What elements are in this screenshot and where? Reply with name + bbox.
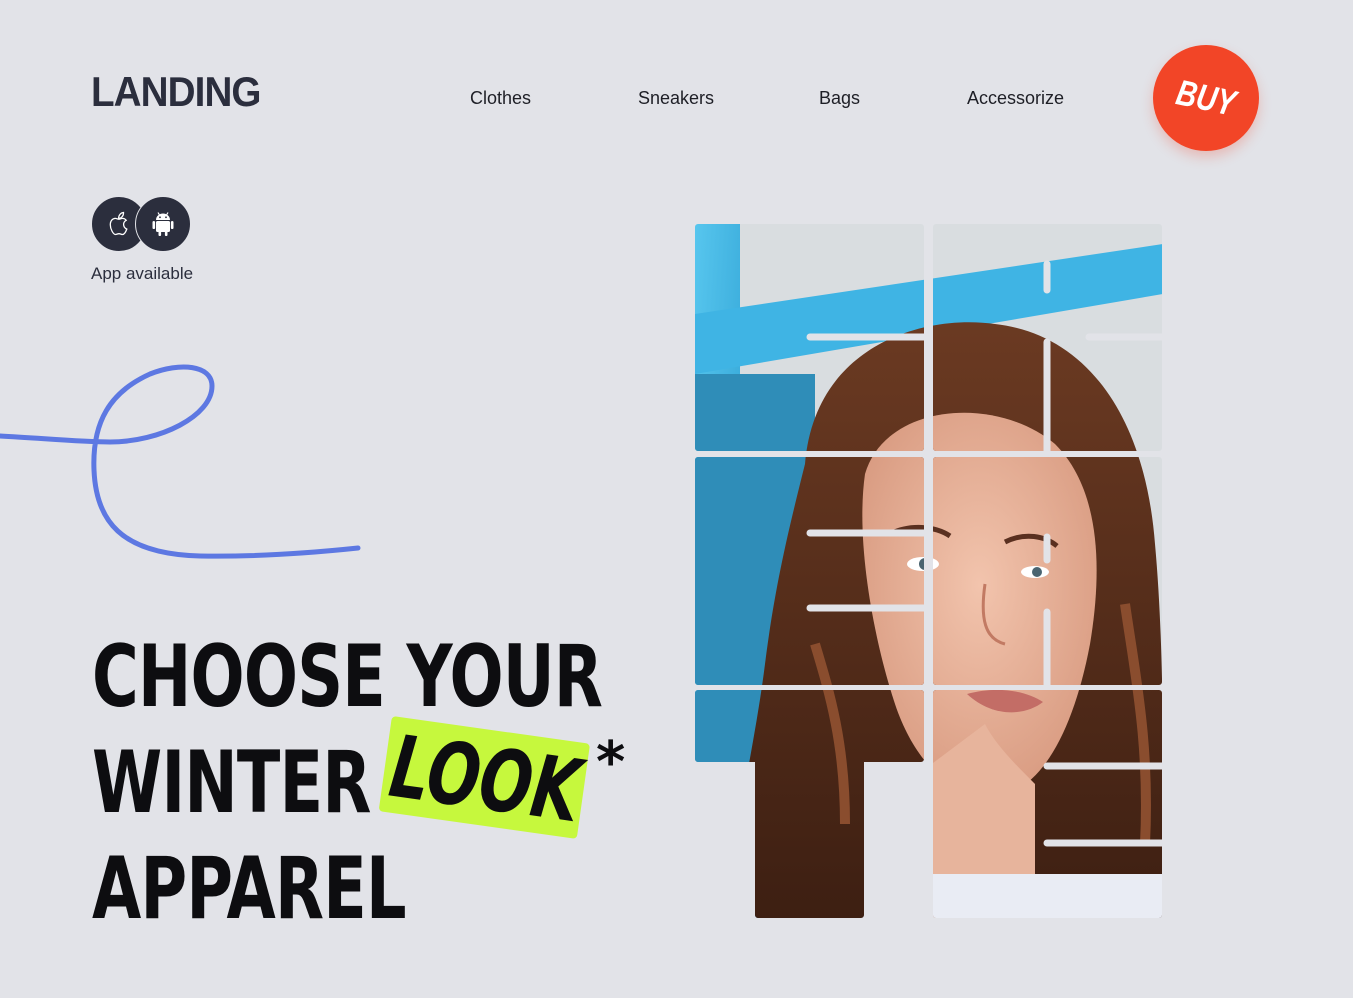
buy-button-label: BUY [1172,71,1240,124]
headline-line-1: CHOOSE YOUR [92,627,603,727]
nav-item-clothes[interactable]: Clothes [470,87,531,109]
hero-model-photo [695,224,1163,918]
headline-line-3: APPAREL [92,839,407,939]
nav-item-accessorize[interactable]: Accessorize [967,87,1064,109]
landing-page: LANDING Clothes Sneakers Bags Accessoriz… [0,0,1353,998]
nav-item-sneakers[interactable]: Sneakers [638,87,714,109]
decorative-squiggle [0,364,361,559]
buy-button[interactable]: BUY [1153,45,1259,151]
headline-asterisk: * [596,730,626,795]
app-store-icons [91,196,195,252]
site-logo[interactable]: LANDING [91,68,262,116]
android-icon[interactable] [135,196,191,252]
app-available-label: App available [91,264,194,283]
nav-item-bags[interactable]: Bags [819,87,860,109]
